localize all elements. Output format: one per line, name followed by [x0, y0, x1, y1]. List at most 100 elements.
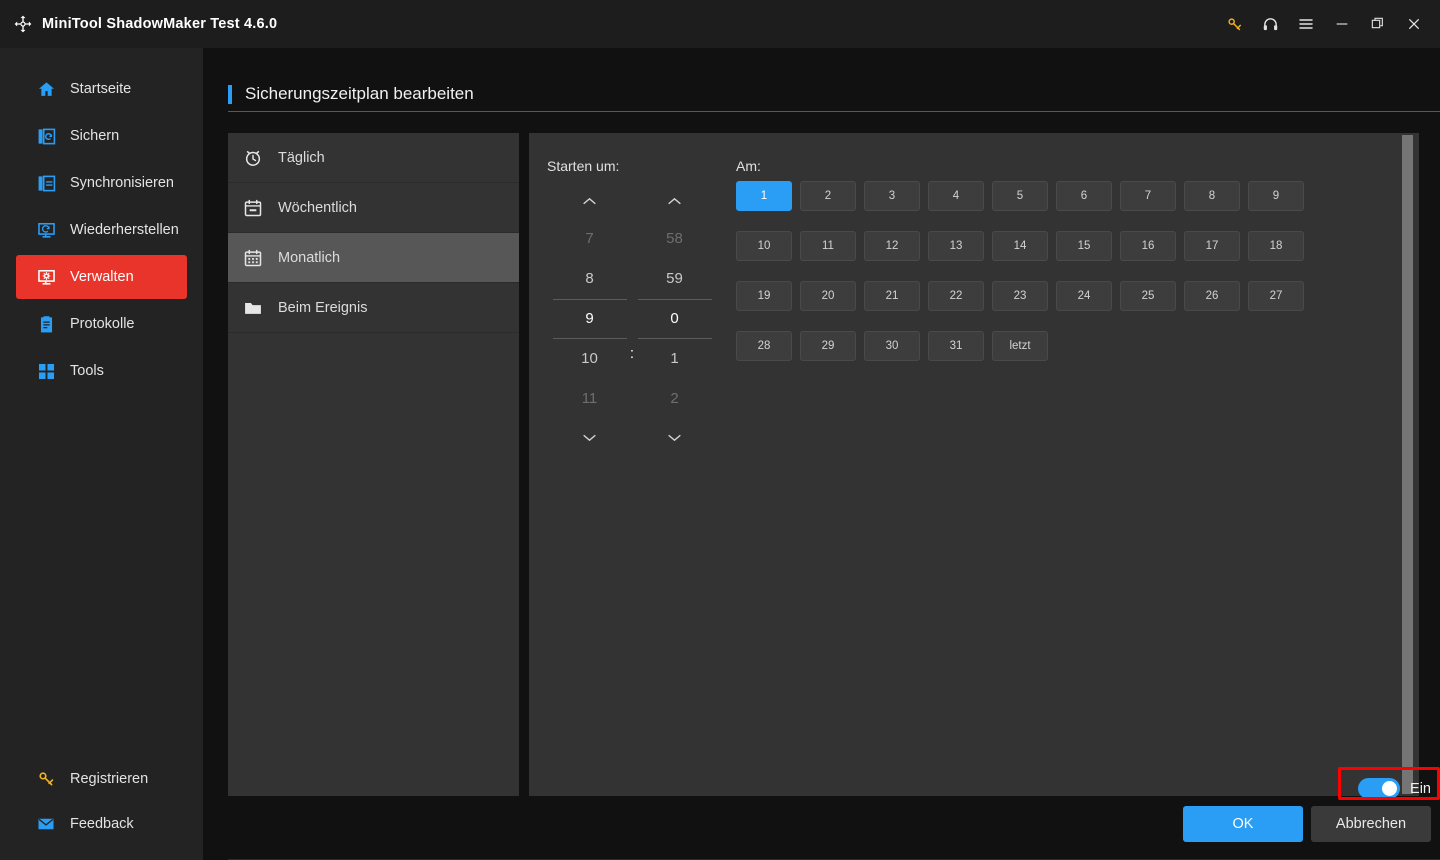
time-picker-columns: 7 8 9 10 11 58 59 0 1 2: [547, 183, 717, 455]
day-button[interactable]: 24: [1056, 281, 1112, 311]
day-button[interactable]: 27: [1248, 281, 1304, 311]
restore-disk-icon: [36, 220, 56, 240]
hour-option[interactable]: 11: [553, 379, 627, 419]
minute-option[interactable]: 2: [638, 379, 712, 419]
hour-down-icon[interactable]: [547, 419, 632, 455]
sidebar-item-label: Registrieren: [70, 771, 149, 787]
title-bar: MiniTool ShadowMaker Test 4.6.0: [0, 0, 1440, 48]
minute-option[interactable]: 59: [638, 259, 712, 299]
day-button[interactable]: 30: [864, 331, 920, 361]
sidebar-item-protokolle[interactable]: Protokolle: [16, 302, 187, 346]
day-button[interactable]: 26: [1184, 281, 1240, 311]
header-accent-bar: [228, 84, 232, 104]
day-button[interactable]: 1: [736, 181, 792, 211]
hour-column: 7 8 9 10 11: [547, 183, 632, 455]
hour-selected[interactable]: 9: [552, 299, 627, 339]
minute-column: 58 59 0 1 2: [632, 183, 717, 455]
day-button[interactable]: 20: [800, 281, 856, 311]
home-icon: [36, 79, 56, 99]
backup-icon: [36, 126, 56, 146]
day-row: 19 20 21 22 23 24 25 26 27: [736, 281, 1356, 311]
toggle-label: Ein: [1410, 780, 1431, 797]
day-button-last[interactable]: letzt: [992, 331, 1048, 361]
hour-up-icon[interactable]: [547, 183, 632, 219]
day-button[interactable]: 31: [928, 331, 984, 361]
sidebar-item-label: Verwalten: [70, 269, 134, 285]
day-button[interactable]: 29: [800, 331, 856, 361]
sidebar: Startseite Sichern Synchronisieren Wiede…: [0, 48, 203, 860]
restore-icon[interactable]: [1360, 6, 1396, 42]
sidebar-item-startseite[interactable]: Startseite: [16, 67, 187, 111]
schedule-type-monatlich[interactable]: Monatlich: [228, 233, 519, 283]
day-button[interactable]: 6: [1056, 181, 1112, 211]
menu-icon[interactable]: [1288, 6, 1324, 42]
enable-toggle-group[interactable]: Ein: [1358, 778, 1431, 799]
day-button[interactable]: 11: [800, 231, 856, 261]
scrollbar-thumb[interactable]: [1402, 135, 1413, 794]
day-button[interactable]: 25: [1120, 281, 1176, 311]
sidebar-item-label: Tools: [70, 363, 104, 379]
day-button[interactable]: 28: [736, 331, 792, 361]
sidebar-item-label: Startseite: [70, 81, 132, 97]
minute-option[interactable]: 1: [638, 339, 712, 379]
schedule-type-woechentlich[interactable]: Wöchentlich: [228, 183, 519, 233]
day-button[interactable]: 13: [928, 231, 984, 261]
sidebar-item-feedback[interactable]: Feedback: [16, 803, 187, 845]
ok-button[interactable]: OK: [1183, 806, 1303, 842]
day-button[interactable]: 3: [864, 181, 920, 211]
day-button[interactable]: 12: [864, 231, 920, 261]
day-grid-label: Am:: [736, 158, 761, 174]
sidebar-nav: Startseite Sichern Synchronisieren Wiede…: [0, 48, 203, 393]
minimize-icon[interactable]: [1324, 6, 1360, 42]
minute-up-icon[interactable]: [632, 183, 717, 219]
day-row: 1 2 3 4 5 6 7 8 9: [736, 181, 1356, 211]
day-button[interactable]: 5: [992, 181, 1048, 211]
sidebar-item-tools[interactable]: Tools: [16, 349, 187, 393]
day-button[interactable]: 8: [1184, 181, 1240, 211]
day-button[interactable]: 14: [992, 231, 1048, 261]
dialog-buttons: OK Abbrechen: [1183, 806, 1431, 842]
sidebar-item-synchronisieren[interactable]: Synchronisieren: [16, 161, 187, 205]
schedule-type-beim-ereignis[interactable]: Beim Ereignis: [228, 283, 519, 333]
minute-down-icon[interactable]: [632, 419, 717, 455]
sidebar-item-wiederherstellen[interactable]: Wiederherstellen: [16, 208, 187, 252]
sidebar-item-registrieren[interactable]: Registrieren: [16, 758, 187, 800]
detail-scrollbar[interactable]: [1397, 133, 1419, 796]
key-icon[interactable]: [1216, 6, 1252, 42]
enable-toggle[interactable]: [1358, 778, 1401, 799]
page-title: Sicherungszeitplan bearbeiten: [245, 84, 474, 103]
day-button[interactable]: 7: [1120, 181, 1176, 211]
day-button[interactable]: 19: [736, 281, 792, 311]
cancel-button[interactable]: Abbrechen: [1311, 806, 1431, 842]
sidebar-item-sichern[interactable]: Sichern: [16, 114, 187, 158]
day-button[interactable]: 15: [1056, 231, 1112, 261]
close-icon[interactable]: [1396, 6, 1432, 42]
day-button[interactable]: 4: [928, 181, 984, 211]
hour-option[interactable]: 8: [553, 259, 627, 299]
day-button[interactable]: 10: [736, 231, 792, 261]
minute-option[interactable]: 58: [638, 219, 712, 259]
sidebar-item-label: Synchronisieren: [70, 175, 174, 191]
calendar-month-icon: [242, 247, 263, 268]
hour-option[interactable]: 10: [553, 339, 627, 379]
day-button[interactable]: 22: [928, 281, 984, 311]
day-button[interactable]: 18: [1248, 231, 1304, 261]
dialog-footer: Ein OK Abbrechen: [228, 760, 1440, 860]
hour-option[interactable]: 7: [553, 219, 627, 259]
time-picker: 7 8 9 10 11 58 59 0 1 2:: [547, 183, 717, 455]
day-button[interactable]: 2: [800, 181, 856, 211]
schedule-type-taeglich[interactable]: Täglich: [228, 133, 519, 183]
headset-icon[interactable]: [1252, 6, 1288, 42]
day-button[interactable]: 21: [864, 281, 920, 311]
application-window: MiniTool ShadowMaker Test 4.6.0 Startsei…: [0, 0, 1440, 860]
app-logo-icon: [13, 14, 33, 34]
schedule-type-label: Wöchentlich: [278, 199, 357, 216]
folder-icon: [242, 297, 263, 318]
sidebar-item-verwalten[interactable]: Verwalten: [16, 255, 187, 299]
minute-selected[interactable]: 0: [637, 299, 712, 339]
start-time-label: Starten um:: [547, 158, 620, 174]
day-button[interactable]: 16: [1120, 231, 1176, 261]
day-button[interactable]: 23: [992, 281, 1048, 311]
day-button[interactable]: 17: [1184, 231, 1240, 261]
day-button[interactable]: 9: [1248, 181, 1304, 211]
